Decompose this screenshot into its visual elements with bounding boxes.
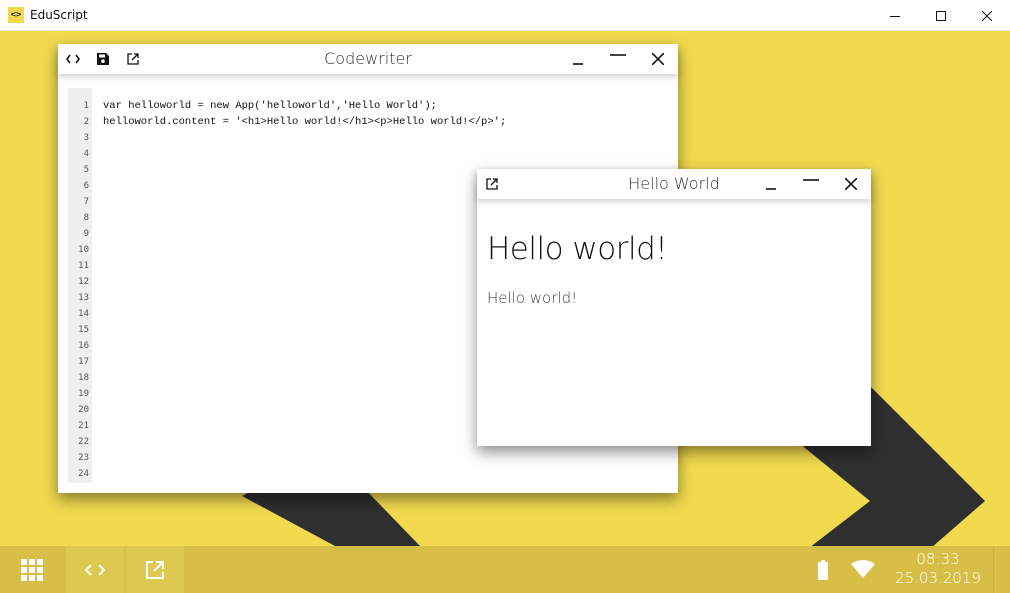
os-maximize-button[interactable] bbox=[918, 0, 964, 31]
maximize-icon bbox=[936, 10, 946, 21]
code-icon bbox=[85, 563, 105, 576]
open-external-button[interactable] bbox=[118, 44, 148, 74]
hello-world-content: Hello world! Hello world! bbox=[477, 199, 871, 307]
hello-world-minimize-button[interactable] bbox=[751, 169, 791, 199]
close-icon bbox=[982, 10, 992, 21]
open-external-icon bbox=[486, 178, 498, 190]
line-number: 23 bbox=[78, 453, 89, 463]
line-number: 14 bbox=[78, 309, 89, 319]
hello-world-heading: Hello world! bbox=[487, 231, 668, 267]
line-number: 13 bbox=[78, 293, 89, 303]
taskbar-clock[interactable]: 08:33 25.03.2019 bbox=[893, 550, 983, 588]
taskbar-codewriter-button[interactable] bbox=[66, 546, 124, 593]
hello-world-paragraph: Hello world! bbox=[487, 289, 578, 307]
close-icon bbox=[652, 53, 664, 65]
line-number: 19 bbox=[78, 389, 89, 399]
wifi-icon bbox=[851, 560, 875, 578]
code-view-button[interactable] bbox=[58, 44, 88, 74]
code-icon bbox=[66, 54, 80, 64]
minimize-icon bbox=[766, 188, 776, 190]
line-number: 15 bbox=[78, 325, 89, 335]
taskbar-hello-world-button[interactable] bbox=[126, 546, 184, 593]
line-number: 21 bbox=[78, 421, 89, 431]
hello-world-window[interactable]: Hello World Hello world! Hello world! bbox=[477, 169, 871, 446]
line-number: 8 bbox=[83, 213, 89, 223]
line-number: 22 bbox=[78, 437, 89, 447]
os-minimize-button[interactable] bbox=[872, 0, 918, 31]
minimize-icon bbox=[573, 63, 583, 65]
maximize-bar-icon bbox=[610, 54, 626, 56]
app-logo-icon: <> bbox=[8, 7, 24, 23]
taskbar: 08:33 25.03.2019 bbox=[0, 546, 1010, 593]
line-number: 16 bbox=[78, 341, 89, 351]
line-number: 5 bbox=[83, 165, 89, 175]
codewriter-close-button[interactable] bbox=[638, 44, 678, 74]
os-window-controls bbox=[872, 0, 1010, 31]
taskbar-time: 08:33 bbox=[916, 550, 960, 568]
line-number-gutter: 1 2 3 4 5 6 7 8 9 10 11 12 13 14 15 16 17 18 19 20 21 22 23 24 bbox=[68, 88, 92, 483]
hello-world-titlebar[interactable]: Hello World bbox=[477, 169, 871, 199]
line-number: 24 bbox=[78, 469, 89, 479]
apps-grid-icon bbox=[21, 558, 43, 581]
os-window-title: EduScript bbox=[30, 8, 88, 22]
code-line[interactable]: helloworld.content = '<h1>Hello world!</… bbox=[103, 114, 668, 130]
hello-world-close-button[interactable] bbox=[831, 169, 871, 199]
maximize-bar-icon bbox=[803, 179, 819, 181]
line-number: 4 bbox=[83, 149, 89, 159]
line-number: 18 bbox=[78, 373, 89, 383]
open-external-icon bbox=[146, 560, 164, 579]
save-icon bbox=[97, 53, 109, 65]
line-number: 11 bbox=[78, 261, 89, 271]
code-line[interactable]: var helloworld = new App('helloworld','H… bbox=[103, 98, 668, 114]
taskbar-date: 25.03.2019 bbox=[895, 569, 981, 587]
codewriter-window-controls bbox=[558, 44, 678, 74]
wifi-status[interactable] bbox=[851, 560, 875, 582]
line-number: 1 bbox=[83, 101, 89, 111]
line-number: 9 bbox=[83, 229, 89, 239]
desktop: Codewriter 1 2 3 4 5 6 7 8 9 10 11 12 13 14 15 16 17 18 19… bbox=[0, 31, 1010, 546]
open-external-icon bbox=[127, 53, 139, 65]
battery-icon bbox=[818, 560, 828, 580]
hello-world-maximize-button[interactable] bbox=[791, 169, 831, 199]
codewriter-minimize-button[interactable] bbox=[558, 44, 598, 74]
save-button[interactable] bbox=[88, 44, 118, 74]
close-icon bbox=[845, 178, 857, 190]
line-number: 3 bbox=[83, 133, 89, 143]
line-number: 2 bbox=[83, 117, 89, 127]
battery-status[interactable] bbox=[815, 560, 831, 582]
line-number: 7 bbox=[83, 197, 89, 207]
taskbar-apps-button[interactable] bbox=[3, 546, 61, 593]
line-number: 6 bbox=[83, 181, 89, 191]
show-desktop-button[interactable] bbox=[993, 546, 1010, 593]
line-number: 20 bbox=[78, 405, 89, 415]
minimize-icon bbox=[890, 15, 900, 17]
line-number: 17 bbox=[78, 357, 89, 367]
hello-world-window-controls bbox=[751, 169, 871, 199]
os-close-button[interactable] bbox=[964, 0, 1010, 31]
line-number: 12 bbox=[78, 277, 89, 287]
os-titlebar: <> EduScript bbox=[0, 0, 1010, 31]
codewriter-titlebar[interactable]: Codewriter bbox=[58, 44, 678, 74]
line-number: 10 bbox=[78, 245, 89, 255]
codewriter-maximize-button[interactable] bbox=[598, 44, 638, 74]
open-external-button[interactable] bbox=[477, 169, 507, 199]
